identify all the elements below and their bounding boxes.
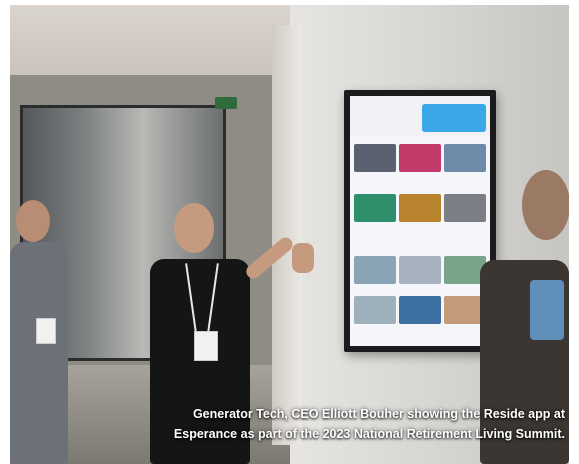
screen-tile	[399, 296, 441, 324]
presenter-badge	[194, 331, 218, 361]
screen-tile	[354, 194, 396, 222]
caption-line-2: Esperance as part of the 2023 National R…	[173, 427, 565, 441]
attendee-left-badge	[36, 318, 56, 344]
presenter-arm	[243, 234, 296, 282]
screen-tile	[354, 296, 396, 324]
screen-tile	[399, 144, 441, 172]
screen-tile	[399, 256, 441, 284]
presenter-hand	[292, 243, 314, 273]
screen-tile	[354, 256, 396, 284]
screen-weather-card	[422, 104, 486, 132]
event-photo	[10, 5, 569, 464]
display-screen	[350, 96, 490, 346]
screen-tile	[399, 194, 441, 222]
exit-sign-icon	[215, 97, 237, 109]
screen-tile	[354, 144, 396, 172]
attendee-left-head	[16, 200, 50, 242]
page: Generator Tech, CEO Elliott Bouher showi…	[0, 0, 579, 464]
attendee-right-head	[522, 170, 569, 240]
photo-caption: Generator Tech, CEO Elliott Bouher showi…	[25, 404, 565, 444]
presenter-head	[174, 203, 214, 253]
phone-icon	[530, 280, 564, 340]
caption-line-1: Generator Tech, CEO Elliott Bouher showi…	[192, 407, 565, 421]
screen-tile	[444, 144, 486, 172]
